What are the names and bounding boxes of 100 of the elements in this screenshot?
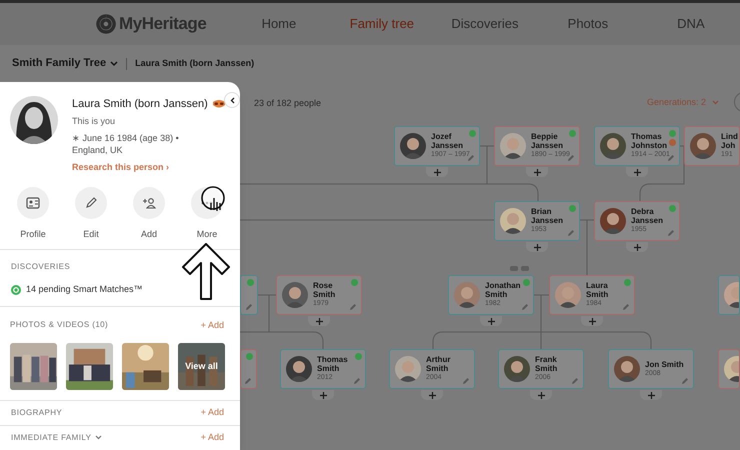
add-relative-button[interactable] [426, 167, 448, 177]
plus-icon [534, 168, 540, 176]
person-name: Debra Janssen [631, 207, 664, 225]
action-button[interactable] [191, 186, 223, 218]
breadcrumb-person[interactable]: Laura Smith (born Janssen) [135, 56, 254, 70]
nav-tab[interactable]: DNA [639, 14, 740, 34]
chevron-down-icon [712, 100, 720, 106]
action-button[interactable] [17, 186, 49, 218]
person-name: Jon Smith [645, 360, 684, 368]
plus-icon [588, 318, 596, 324]
pencil-icon[interactable] [462, 377, 470, 385]
nav-tab[interactable]: Photos [536, 14, 640, 34]
action-label: Add [140, 228, 157, 240]
person-name: Thomas Johnston [631, 132, 668, 150]
person-name: Laura Smith [586, 281, 610, 299]
person-name: Thomas Smith [317, 355, 349, 373]
nav-tab[interactable]: Home [227, 14, 330, 34]
pencil-icon[interactable] [353, 377, 361, 385]
section-heading: PHOTOS & VIDEOS (10) [10, 319, 108, 332]
smart-match-icon[interactable] [469, 130, 476, 137]
add-relative-button[interactable] [581, 316, 603, 326]
person-name: Laura Smith (born Janssen) [72, 97, 208, 112]
plus-icon [534, 244, 540, 250]
person-name: Rose Smith [313, 281, 336, 299]
up-arrow-drawing [181, 243, 231, 301]
plus-icon [434, 168, 440, 176]
smart-match-icon[interactable] [569, 205, 576, 212]
pencil-icon[interactable] [667, 229, 675, 237]
person-name: Beppie Janssen [531, 132, 564, 150]
add-relative-button[interactable] [308, 316, 330, 326]
smart-matches-link[interactable]: 14 pending Smart Matches™ [26, 283, 143, 296]
pencil-icon[interactable] [622, 303, 630, 311]
more-icon [201, 200, 213, 204]
add-relative-button[interactable] [530, 390, 552, 400]
birth-info: ∗ June 16 1984 (age 38) • England, UK [72, 132, 180, 156]
pencil-icon[interactable] [681, 377, 689, 385]
view-all-link[interactable]: View all [178, 343, 225, 390]
research-link[interactable]: Research this person › [72, 161, 226, 174]
tree-selector[interactable]: Smith Family Tree [12, 55, 118, 72]
id-card-icon [26, 196, 40, 208]
plus-icon [488, 318, 494, 324]
add-relative-button[interactable] [421, 390, 443, 400]
plus-icon [648, 392, 654, 398]
nav-tab[interactable]: Discoveries [433, 14, 536, 34]
section-heading: BIOGRAPHY [11, 406, 62, 419]
people-count: 23 of 182 people [254, 97, 322, 110]
subtitle: This is you [72, 114, 116, 128]
add-link[interactable]: + Add [200, 406, 224, 420]
smart-match-icon[interactable] [247, 279, 254, 286]
add-relative-button[interactable] [480, 316, 502, 326]
add-person-icon [142, 196, 156, 208]
pencil-icon[interactable] [567, 229, 575, 237]
collapse-handle-icon [510, 266, 530, 272]
person-card[interactable] [718, 275, 740, 315]
smart-match-icon[interactable] [355, 353, 362, 360]
smart-match-icon[interactable] [246, 353, 253, 360]
smart-match-icon[interactable] [569, 130, 576, 137]
smart-match-icon[interactable] [351, 279, 358, 286]
person-name: Lind Joh [721, 132, 739, 150]
badge-icon [212, 99, 226, 110]
action-label: Edit [83, 228, 99, 240]
add-relative-button[interactable] [626, 242, 648, 252]
person-name: Frank Smith [535, 355, 558, 373]
smart-match-icon[interactable] [669, 205, 676, 212]
add-relative-button[interactable] [626, 167, 648, 177]
section-heading: DISCOVERIES [11, 261, 72, 273]
person-card[interactable] [718, 349, 740, 389]
pencil-icon[interactable] [349, 303, 357, 311]
pencil-icon[interactable] [245, 303, 253, 311]
smart-match-icon[interactable] [624, 279, 631, 286]
logo-icon [95, 14, 117, 34]
smart-match-icon[interactable] [669, 130, 676, 137]
pencil-icon[interactable] [521, 303, 529, 311]
person-name: Jonathan Smith [485, 281, 522, 299]
section-toggle[interactable]: IMMEDIATE FAMILY [11, 432, 102, 444]
plus-icon [634, 244, 640, 250]
action-button[interactable] [133, 186, 165, 218]
action-label: More [196, 228, 218, 240]
add-link[interactable]: + Add [200, 318, 224, 332]
add-relative-button[interactable] [526, 242, 548, 252]
plus-icon [428, 392, 436, 398]
add-relative-button[interactable] [312, 390, 334, 400]
pencil-icon[interactable] [571, 377, 579, 385]
person-name: Arthur Smith [426, 355, 452, 373]
add-relative-button[interactable] [640, 390, 662, 400]
add-link[interactable]: + Add [200, 431, 224, 445]
person-name: Jozef Janssen [431, 132, 464, 150]
action-label: Profile [20, 228, 46, 240]
plus-icon [538, 392, 544, 398]
logo-text[interactable]: MyHeritage [119, 11, 206, 37]
plus-icon [634, 168, 640, 176]
smart-match-icon [11, 284, 21, 295]
smart-match-icon[interactable] [523, 279, 530, 286]
pencil-icon [85, 196, 97, 208]
plus-icon [316, 318, 322, 324]
record-match-icon[interactable] [669, 139, 676, 146]
collapse-button[interactable] [224, 92, 240, 108]
chevron-left-icon [230, 96, 234, 104]
pencil-icon[interactable] [244, 377, 252, 385]
add-relative-button[interactable] [526, 167, 548, 177]
